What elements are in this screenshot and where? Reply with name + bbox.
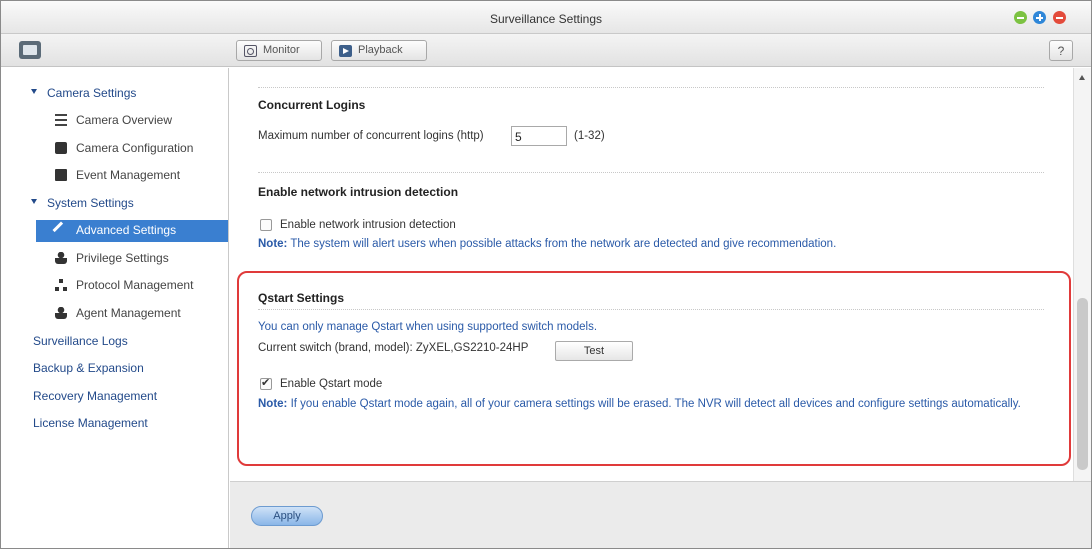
sidebar-item-label: Recovery Management bbox=[33, 389, 158, 403]
sidebar-item-label: Protocol Management bbox=[76, 278, 194, 292]
sidebar-group-label: System Settings bbox=[47, 196, 134, 210]
sidebar-item-label: Camera Overview bbox=[76, 113, 173, 127]
note-text: If you enable Qstart mode again, all of … bbox=[290, 398, 1021, 410]
note-text: The system will alert users when possibl… bbox=[290, 238, 837, 250]
sidebar-item-label: Backup & Expansion bbox=[33, 361, 144, 375]
user-icon bbox=[55, 252, 67, 264]
sidebar-item-label: Agent Management bbox=[76, 306, 181, 320]
current-switch-row: Current switch (brand, model): ZyXEL,GS2… bbox=[258, 342, 528, 354]
sidebar-item-label: Event Management bbox=[76, 168, 181, 182]
close-icon[interactable] bbox=[1053, 11, 1066, 24]
playback-button[interactable]: Playback bbox=[331, 40, 427, 61]
sidebar-item-label: Privilege Settings bbox=[76, 251, 169, 265]
agent-icon bbox=[55, 307, 67, 319]
footer-bar: Apply bbox=[230, 481, 1091, 548]
sidebar: Camera Settings Camera Overview Camera C… bbox=[1, 68, 229, 548]
current-switch-label: Current switch (brand, model): bbox=[258, 342, 413, 354]
app-icon[interactable] bbox=[19, 41, 41, 59]
list-icon bbox=[55, 114, 67, 126]
sidebar-item-advanced-settings[interactable]: Advanced Settings bbox=[36, 220, 228, 242]
monitor-button[interactable]: Monitor bbox=[236, 40, 322, 61]
intrusion-detection-checkbox[interactable] bbox=[260, 219, 272, 231]
sidebar-group-label: Camera Settings bbox=[47, 86, 137, 100]
concurrent-logins-label: Maximum number of concurrent logins (htt… bbox=[258, 130, 484, 142]
sidebar-item-label: License Management bbox=[33, 416, 148, 430]
qstart-mode-checkbox[interactable] bbox=[260, 376, 272, 390]
window-title: Surveillance Settings bbox=[489, 12, 603, 26]
settings-content: Concurrent Logins Maximum number of conc… bbox=[230, 68, 1073, 481]
test-button[interactable]: Test bbox=[555, 341, 633, 361]
collapse-arrow-icon bbox=[31, 89, 37, 94]
camera-icon bbox=[55, 142, 67, 154]
wrench-icon bbox=[52, 221, 70, 239]
help-button[interactable]: ? bbox=[1049, 40, 1073, 61]
qstart-info-text: You can only manage Qstart when using su… bbox=[258, 321, 598, 333]
title-bar: Surveillance Settings bbox=[1, 1, 1091, 34]
sidebar-item-label: Camera Configuration bbox=[76, 141, 194, 155]
network-icon bbox=[55, 279, 67, 291]
note-prefix: Note: bbox=[258, 398, 288, 410]
concurrent-logins-title: Concurrent Logins bbox=[258, 98, 366, 112]
divider bbox=[258, 87, 1044, 88]
concurrent-logins-range: (1-32) bbox=[574, 130, 605, 142]
sidebar-item-label: Surveillance Logs bbox=[33, 334, 128, 348]
divider bbox=[258, 309, 1044, 310]
current-switch-value: ZyXEL,GS2210-24HP bbox=[415, 342, 529, 354]
note-prefix: Note: bbox=[258, 238, 288, 250]
qstart-highlight-box bbox=[237, 271, 1071, 466]
intrusion-detection-note: Note: The system will alert users when p… bbox=[258, 238, 836, 250]
concurrent-logins-input[interactable]: 5 bbox=[511, 126, 567, 146]
divider bbox=[258, 172, 1044, 173]
scroll-up-arrow-icon[interactable] bbox=[1079, 75, 1085, 80]
qstart-settings-title: Qstart Settings bbox=[258, 291, 345, 305]
toolbar: Monitor Playback ? bbox=[1, 34, 1091, 67]
event-icon bbox=[55, 169, 67, 181]
surveillance-settings-window: Surveillance Settings Monitor Playback ?… bbox=[0, 0, 1092, 549]
apply-button[interactable]: Apply bbox=[251, 506, 323, 526]
qstart-mode-checkbox-label: Enable Qstart mode bbox=[280, 378, 383, 390]
monitor-icon bbox=[244, 45, 257, 57]
playback-icon bbox=[339, 45, 352, 57]
maximize-icon[interactable] bbox=[1033, 11, 1046, 24]
vertical-scrollbar[interactable] bbox=[1073, 68, 1091, 481]
monitor-label: Monitor bbox=[263, 44, 300, 56]
sidebar-item-label: Advanced Settings bbox=[76, 223, 177, 237]
playback-label: Playback bbox=[358, 44, 403, 56]
minimize-icon[interactable] bbox=[1014, 11, 1027, 24]
intrusion-detection-checkbox-label: Enable network intrusion detection bbox=[280, 219, 456, 231]
scroll-thumb[interactable] bbox=[1077, 298, 1088, 470]
qstart-note: Note: If you enable Qstart mode again, a… bbox=[258, 397, 1048, 411]
intrusion-detection-title: Enable network intrusion detection bbox=[258, 185, 459, 199]
collapse-arrow-icon bbox=[31, 199, 37, 204]
